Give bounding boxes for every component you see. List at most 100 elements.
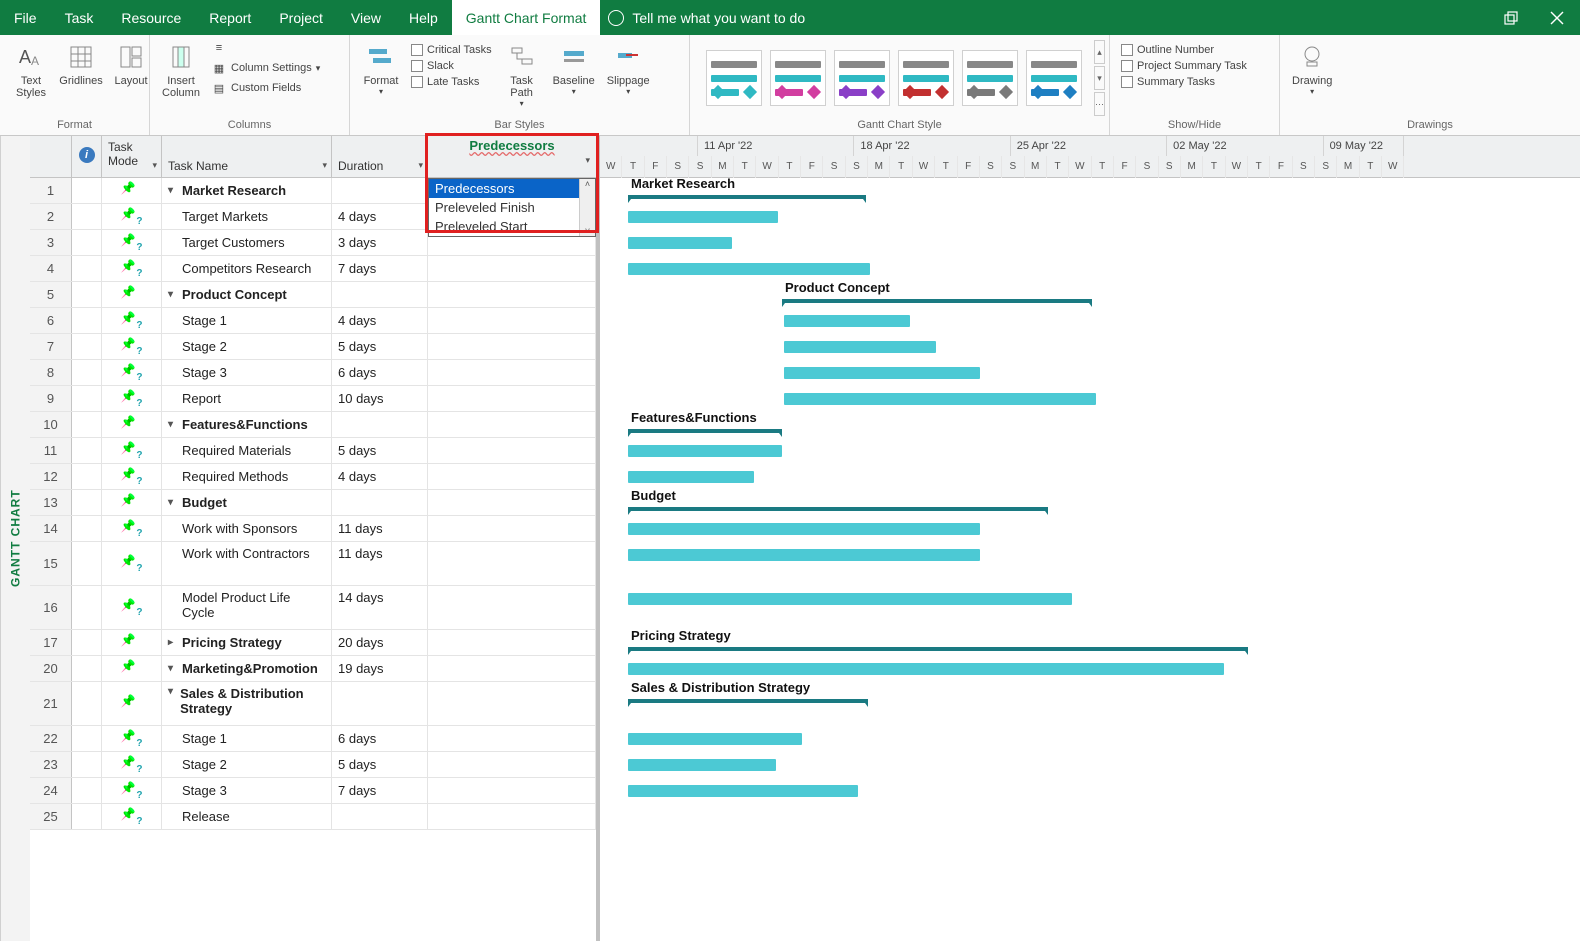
extra-cell[interactable] <box>428 586 596 629</box>
extra-cell[interactable] <box>428 282 596 307</box>
task-name-cell[interactable]: ▾Product Concept <box>162 282 332 307</box>
view-sidebar-label[interactable]: GANTT CHART <box>0 136 30 941</box>
row-number[interactable]: 16 <box>30 586 72 629</box>
task-mode-cell[interactable] <box>102 682 162 725</box>
duration-cell[interactable] <box>332 804 428 829</box>
tab-project[interactable]: Project <box>265 0 337 35</box>
task-row[interactable]: 24Stage 37 days <box>30 778 596 804</box>
task-mode-cell[interactable] <box>102 412 162 437</box>
task-row[interactable]: 17▸Pricing Strategy20 days <box>30 630 596 656</box>
task-row[interactable]: 22Stage 16 days <box>30 726 596 752</box>
task-bar[interactable] <box>628 523 980 535</box>
scroll-down-icon[interactable]: ˅ <box>585 226 590 236</box>
duration-cell[interactable]: 7 days <box>332 256 428 281</box>
task-row[interactable]: 4Competitors Research7 days <box>30 256 596 282</box>
duration-cell[interactable]: 6 days <box>332 360 428 385</box>
tab-gantt-chart-format[interactable]: Gantt Chart Format <box>452 0 601 35</box>
duration-cell[interactable] <box>332 412 428 437</box>
style-swatch[interactable] <box>834 50 890 106</box>
duration-cell[interactable]: 11 days <box>332 542 428 585</box>
duration-cell[interactable]: 5 days <box>332 752 428 777</box>
style-swatch[interactable] <box>770 50 826 106</box>
task-bar[interactable] <box>628 759 776 771</box>
row-number[interactable]: 22 <box>30 726 72 751</box>
extra-cell[interactable] <box>428 256 596 281</box>
row-number[interactable]: 13 <box>30 490 72 515</box>
row-number[interactable]: 2 <box>30 204 72 229</box>
task-mode-cell[interactable] <box>102 630 162 655</box>
task-row[interactable]: 14Work with Sponsors11 days <box>30 516 596 542</box>
row-number[interactable]: 25 <box>30 804 72 829</box>
dropdown-option[interactable]: Preleveled Start <box>429 217 595 236</box>
tab-help[interactable]: Help <box>395 0 452 35</box>
duration-cell[interactable]: 20 days <box>332 630 428 655</box>
extra-cell[interactable] <box>428 542 596 585</box>
summary-bar[interactable] <box>628 699 868 703</box>
task-mode-cell[interactable] <box>102 282 162 307</box>
duration-cell[interactable]: 11 days <box>332 516 428 541</box>
task-mode-cell[interactable] <box>102 804 162 829</box>
duration-cell[interactable]: 10 days <box>332 386 428 411</box>
task-path-button[interactable]: Task Path▾ <box>499 39 545 110</box>
outline-toggle-icon[interactable]: ▾ <box>168 497 178 508</box>
row-number[interactable]: 10 <box>30 412 72 437</box>
dropdown-option[interactable]: Predecessors <box>429 179 595 198</box>
task-row[interactable]: 21▾Sales & Distribution Strategy <box>30 682 596 726</box>
task-mode-cell[interactable] <box>102 360 162 385</box>
summary-bar[interactable] <box>628 647 1248 651</box>
task-row[interactable]: 6Stage 14 days <box>30 308 596 334</box>
task-bar[interactable] <box>628 445 782 457</box>
task-mode-cell[interactable] <box>102 752 162 777</box>
duration-column-header[interactable]: Duration▾ <box>332 136 428 177</box>
task-bar[interactable] <box>628 663 1224 675</box>
task-row[interactable]: 16Model Product Life Cycle14 days <box>30 586 596 630</box>
dropdown-option[interactable]: Preleveled Finish <box>429 198 595 217</box>
task-name-cell[interactable]: Stage 3 <box>162 778 332 803</box>
tab-file[interactable]: File <box>0 0 51 35</box>
task-mode-cell[interactable] <box>102 230 162 255</box>
outline-toggle-icon[interactable]: ▾ <box>168 185 178 196</box>
tab-resource[interactable]: Resource <box>107 0 195 35</box>
gantt-timeline[interactable]: 11 Apr '2218 Apr '2225 Apr '2202 May '22… <box>600 136 1580 941</box>
extra-cell[interactable] <box>428 438 596 463</box>
duration-cell[interactable] <box>332 282 428 307</box>
duration-cell[interactable]: 5 days <box>332 438 428 463</box>
duration-cell[interactable]: 4 days <box>332 464 428 489</box>
task-mode-cell[interactable] <box>102 308 162 333</box>
row-number[interactable]: 1 <box>30 178 72 203</box>
duration-cell[interactable]: 3 days <box>332 230 428 255</box>
style-swatch[interactable] <box>706 50 762 106</box>
style-swatch[interactable] <box>962 50 1018 106</box>
task-row[interactable]: 5▾Product Concept <box>30 282 596 308</box>
add-new-column-header[interactable]: Predecessors ▾ PredecessorsPreleveled Fi… <box>428 136 596 177</box>
duration-cell[interactable]: 5 days <box>332 334 428 359</box>
row-number[interactable]: 9 <box>30 386 72 411</box>
task-mode-cell[interactable] <box>102 516 162 541</box>
row-number[interactable]: 21 <box>30 682 72 725</box>
row-number[interactable]: 14 <box>30 516 72 541</box>
duration-cell[interactable]: 14 days <box>332 586 428 629</box>
task-mode-cell[interactable] <box>102 204 162 229</box>
baseline-button[interactable]: Baseline▾ <box>549 39 599 98</box>
extra-cell[interactable] <box>428 630 596 655</box>
scroll-up-icon[interactable]: ˄ <box>585 179 590 189</box>
extra-cell[interactable] <box>428 516 596 541</box>
task-bar[interactable] <box>784 367 980 379</box>
extra-cell[interactable] <box>428 308 596 333</box>
style-swatch[interactable] <box>898 50 954 106</box>
task-name-cell[interactable]: Stage 1 <box>162 308 332 333</box>
outline-toggle-icon[interactable]: ▾ <box>168 663 178 674</box>
duration-cell[interactable]: 4 days <box>332 204 428 229</box>
task-bar[interactable] <box>628 471 754 483</box>
row-number[interactable]: 3 <box>30 230 72 255</box>
row-number[interactable]: 17 <box>30 630 72 655</box>
task-name-cell[interactable]: Target Customers <box>162 230 332 255</box>
tab-task[interactable]: Task <box>51 0 108 35</box>
task-name-cell[interactable]: ▾Features&Functions <box>162 412 332 437</box>
critical-tasks-checkbox[interactable]: Critical Tasks <box>408 43 495 57</box>
outline-toggle-icon[interactable]: ▾ <box>168 289 178 300</box>
drawing-button[interactable]: Drawing▾ <box>1288 39 1336 98</box>
task-mode-cell[interactable] <box>102 334 162 359</box>
outline-toggle-icon[interactable]: ▾ <box>168 419 178 430</box>
extra-cell[interactable] <box>428 386 596 411</box>
